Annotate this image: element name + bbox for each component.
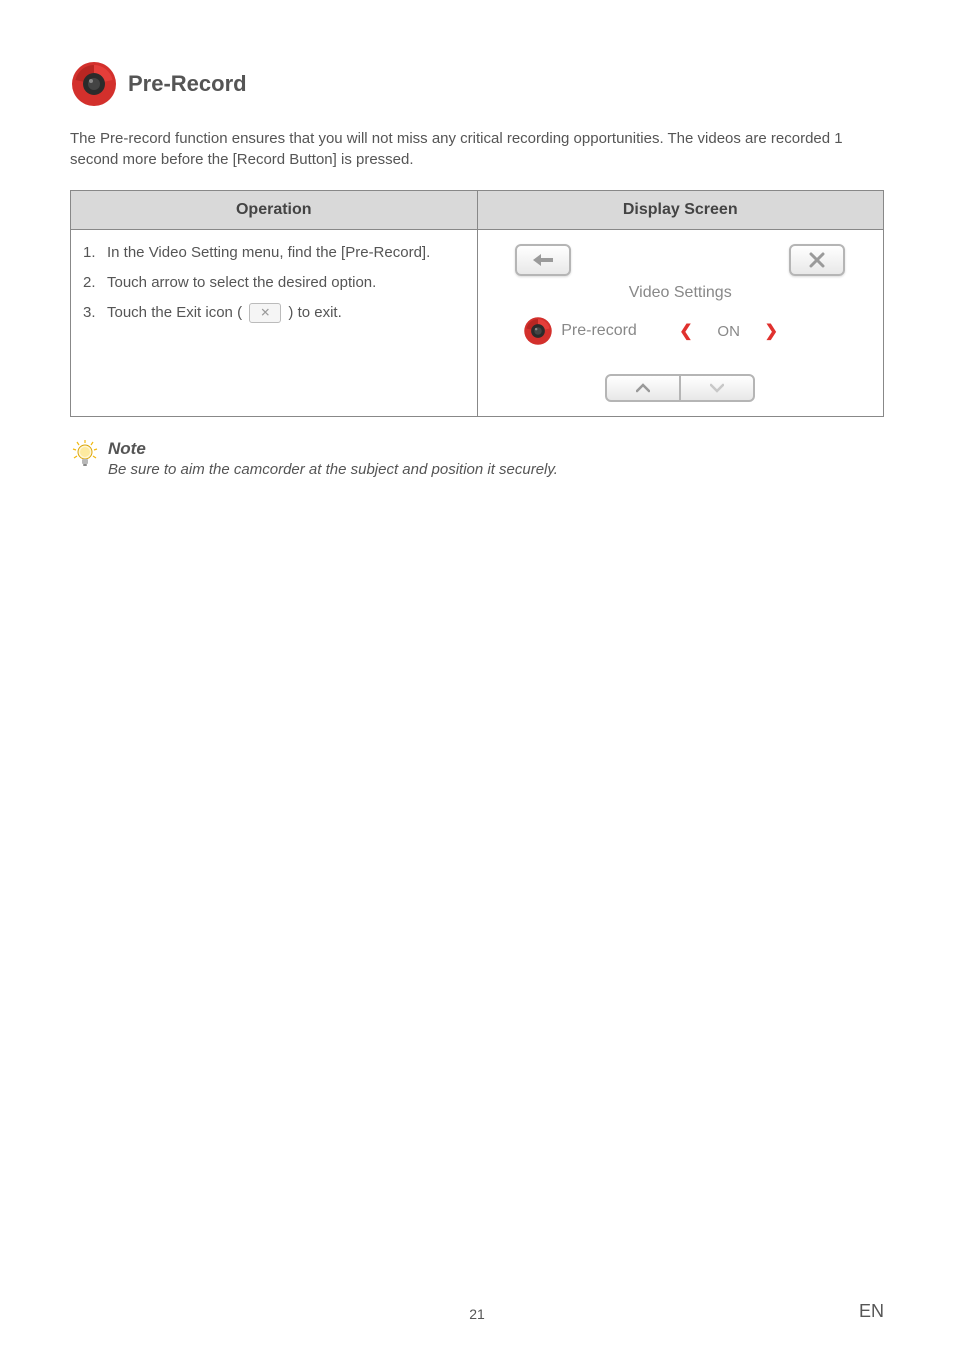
note-block: Note Be sure to aim the camcorder at the…: [70, 439, 884, 480]
lens-icon: [523, 316, 553, 346]
step-number: 3.: [83, 298, 101, 328]
page-footer: 21 EN: [0, 1306, 954, 1322]
setting-value: ON: [701, 323, 757, 340]
close-icon: [249, 303, 281, 323]
instruction-table: Operation Display Screen 1. In the Video…: [70, 190, 884, 417]
col-header-operation: Operation: [71, 191, 478, 230]
step-text: Touch the Exit icon ( ) to exit.: [107, 298, 342, 328]
scroll-down-button[interactable]: [681, 376, 753, 400]
step-number: 1.: [83, 238, 101, 268]
back-arrow-icon: [531, 253, 555, 267]
section-title: Pre-Record: [128, 71, 247, 97]
chevron-right-icon[interactable]: ❯: [765, 321, 778, 341]
note-title: Note: [108, 439, 558, 459]
page-number: 21: [0, 1306, 954, 1322]
operation-cell: 1. In the Video Setting menu, find the […: [71, 230, 478, 417]
scroll-up-button[interactable]: [607, 376, 681, 400]
lightbulb-icon: [70, 439, 100, 469]
chevron-left-icon[interactable]: ❮: [679, 321, 692, 341]
step-text: Touch arrow to select the desired option…: [107, 268, 376, 298]
display-screen-cell: Video Settings Pre-record ❮: [477, 230, 884, 417]
chevron-down-icon: [710, 383, 724, 393]
step-number: 2.: [83, 268, 101, 298]
chevron-up-icon: [636, 383, 650, 393]
intro-paragraph: The Pre-record function ensures that you…: [70, 128, 884, 170]
display-screen-mockup: Video Settings Pre-record ❮: [515, 244, 845, 402]
back-button[interactable]: [515, 244, 571, 276]
operation-step: 3. Touch the Exit icon ( ) to exit.: [83, 298, 465, 328]
close-button[interactable]: [789, 244, 845, 276]
section-header: Pre-Record: [70, 60, 884, 108]
close-icon: [809, 252, 825, 268]
operation-step: 1. In the Video Setting menu, find the […: [83, 238, 465, 268]
note-text: Be sure to aim the camcorder at the subj…: [108, 459, 558, 480]
lens-icon: [70, 60, 118, 108]
setting-row: Pre-record ❮ ON ❯: [515, 316, 845, 346]
setting-label: Pre-record: [561, 322, 671, 340]
language-indicator: EN: [859, 1301, 884, 1322]
operation-step: 2. Touch arrow to select the desired opt…: [83, 268, 465, 298]
screen-title: Video Settings: [515, 284, 845, 302]
col-header-display: Display Screen: [477, 191, 884, 230]
scroll-bar[interactable]: [605, 374, 755, 402]
step-text: In the Video Setting menu, find the [Pre…: [107, 238, 430, 268]
